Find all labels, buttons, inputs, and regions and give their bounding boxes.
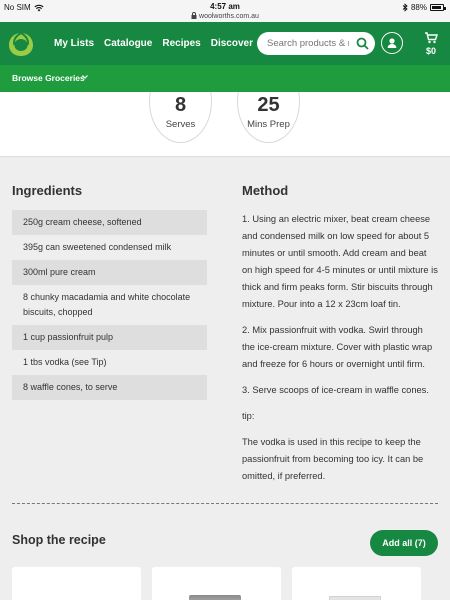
add-all-button[interactable]: Add all (7) [370,530,438,556]
ingredients-heading: Ingredients [12,183,83,198]
browse-groceries-label: Browse Groceries [12,73,85,83]
section-divider [12,503,438,504]
nav-discover[interactable]: Discover [211,38,253,49]
status-bar: No SIM 4:57 am woolworths.com.au 88% [0,0,450,22]
ingredient-item: 1 tbs vodka (see Tip) [23,357,107,367]
tip-text: The vodka is used in this recipe to keep… [242,437,424,481]
chevron-down-icon [82,75,88,79]
nav-links: My Lists Catalogue Recipes Discover [54,38,253,49]
serves-stat: 8 Serves [149,92,212,143]
serves-value: 8 [174,94,187,116]
shop-recipe-heading: Shop the recipe [12,533,106,547]
nav-my-lists[interactable]: My Lists [54,38,94,49]
account-icon [387,38,397,48]
method-step: 3. Serve scoops of ice-cream in waffle c… [242,385,429,395]
lock-icon [191,12,197,19]
ingredient-item: 8 waffle cones, to serve [12,375,207,400]
prep-stat: 25 Mins Prep [237,92,300,143]
account-button[interactable] [381,32,403,54]
tip-label: tip: [242,411,255,421]
cart-icon [425,32,438,44]
product-card[interactable] [292,567,421,600]
clock: 4:57 am [210,2,240,11]
recipe-stats: 8 Serves 25 Mins Prep [0,92,450,157]
product-image [189,595,241,600]
status-right: 88% [402,3,446,12]
search-icon[interactable] [356,37,369,50]
ingredient-item: 1 cup passionfruit pulp [12,325,207,350]
ingredient-item: 300ml pure cream [12,260,207,285]
battery-percent: 88% [410,3,427,12]
woolworths-logo-icon[interactable] [6,30,36,58]
ingredients-list: 250g cream cheese, softened 395g can swe… [12,210,207,400]
nav-catalogue[interactable]: Catalogue [104,38,152,49]
ingredient-item: 395g can sweetened condensed milk [23,242,172,252]
method-heading: Method [242,183,289,198]
product-card[interactable] [12,567,141,600]
browse-groceries-bar[interactable]: Browse Groceries [0,65,450,92]
product-image [329,596,381,600]
ingredient-item: 250g cream cheese, softened [12,210,207,235]
ingredient-item: 8 chunky macadamia and white chocolate b… [23,292,191,317]
search-box [257,32,375,55]
cart-total: $0 [425,46,436,56]
address-bar[interactable]: woolworths.com.au [0,12,450,20]
nav-recipes[interactable]: Recipes [162,38,200,49]
main-nav: My Lists Catalogue Recipes Discover $0 [0,22,450,65]
bluetooth-icon [402,3,408,12]
search-input[interactable] [267,36,349,51]
battery-icon [430,4,446,11]
product-card[interactable] [152,567,281,600]
prep-value: 25 [257,94,280,116]
serves-label: Serves [165,119,196,130]
prep-label: Mins Prep [247,119,290,130]
method-step: 1. Using an electric mixer, beat cream c… [242,214,438,309]
method-steps: 1. Using an electric mixer, beat cream c… [242,211,438,494]
cart-button[interactable]: $0 [418,31,444,59]
method-step: 2. Mix passionfruit with vodka. Swirl th… [242,325,433,369]
url-text: woolworths.com.au [199,13,259,20]
